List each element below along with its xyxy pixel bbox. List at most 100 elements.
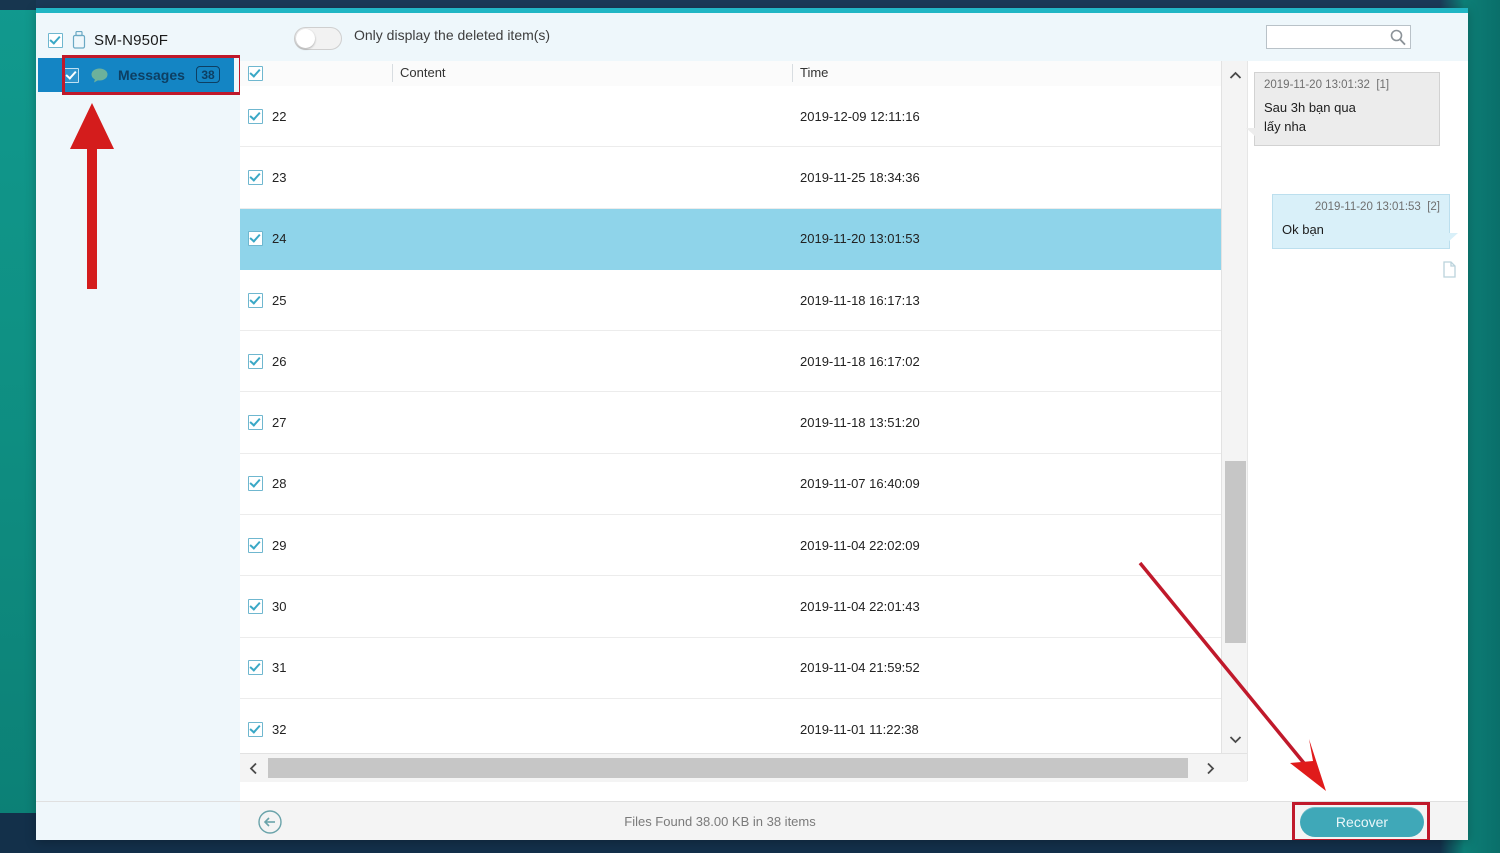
- row-index: 32: [272, 722, 286, 737]
- message-line: lấy nha: [1264, 117, 1430, 136]
- table-row[interactable]: 272019-11-18 13:51:20: [240, 392, 1221, 453]
- row-index: 24: [272, 231, 286, 246]
- row-index: 25: [272, 293, 286, 308]
- column-header-time[interactable]: Time: [800, 65, 828, 80]
- row-time: 2019-11-04 22:01:43: [800, 599, 920, 614]
- row-column-divider: [392, 515, 393, 575]
- recover-button[interactable]: Recover: [1300, 807, 1424, 837]
- chat-bubble-icon: [91, 68, 108, 83]
- row-checkbox[interactable]: [248, 170, 263, 185]
- device-name-label: SM-N950F: [94, 32, 168, 49]
- message-line: Ok bạn: [1282, 220, 1440, 239]
- column-divider: [392, 64, 393, 82]
- row-time: 2019-11-18 16:17:13: [800, 293, 920, 308]
- row-index: 31: [272, 660, 286, 675]
- row-time: 2019-11-01 11:22:38: [800, 722, 919, 737]
- deleted-items-toggle-label: Only display the deleted item(s): [354, 27, 550, 43]
- table-body: 22 2019-12-09 12:11:16 23 2019-11-25 18:34:…: [240, 86, 1221, 753]
- message-timestamp-text: 2019-11-20 13:01:53: [1315, 201, 1421, 213]
- message-timestamp: 2019-11-20 13:01:32 [1]: [1264, 79, 1430, 91]
- row-checkbox[interactable]: [248, 538, 263, 553]
- row-index: 23: [272, 170, 286, 185]
- row-index: 28: [272, 476, 286, 491]
- row-time: 2019-11-07 16:40:09: [800, 476, 920, 491]
- table-row[interactable]: 25 2019-11-18 16:17:13: [240, 270, 1221, 331]
- search-input[interactable]: [1271, 28, 1385, 48]
- row-time: 2019-11-18 16:17:02: [800, 354, 920, 369]
- table-row[interactable]: 23 2019-11-25 18:34:36: [240, 147, 1221, 208]
- row-column-divider: [392, 699, 393, 753]
- message-seq: [2]: [1427, 201, 1440, 213]
- row-checkbox[interactable]: [248, 660, 263, 675]
- message-bubble-incoming: 2019-11-20 13:01:32 [1] Sau 3h bạn qua l…: [1254, 72, 1440, 146]
- sidebar: SM-N950F Messages 38: [36, 13, 241, 801]
- row-column-divider: [392, 209, 393, 269]
- toggle-knob: [296, 29, 315, 48]
- sidebar-item-label-messages: Messages: [118, 67, 185, 83]
- column-divider: [792, 64, 793, 82]
- row-column-divider: [392, 454, 393, 514]
- status-bar: Files Found 38.00 KB in 38 items Recover: [240, 801, 1468, 840]
- row-checkbox[interactable]: [248, 231, 263, 246]
- scroll-left-button[interactable]: [240, 754, 266, 782]
- desktop-left-band: [0, 0, 36, 853]
- select-all-checkbox[interactable]: [248, 66, 263, 81]
- row-column-divider: [392, 86, 393, 146]
- messages-checkbox[interactable]: [64, 68, 79, 83]
- table-row[interactable]: 28 2019-11-07 16:40:09: [240, 454, 1221, 515]
- horizontal-scrollbar[interactable]: [240, 753, 1247, 782]
- message-timestamp: 2019-11-20 13:01:53 [2]: [1282, 201, 1440, 213]
- sidebar-footer: [36, 801, 241, 840]
- row-checkbox[interactable]: [248, 722, 263, 737]
- red-up-arrow-annotation: [66, 101, 118, 291]
- table-row[interactable]: 31 2019-11-04 21:59:52: [240, 638, 1221, 699]
- horizontal-scrollbar-thumb[interactable]: [268, 758, 1188, 778]
- table-row[interactable]: 26 2019-11-18 16:17:02: [240, 331, 1221, 392]
- row-time: 2019-12-09 12:11:16: [800, 109, 920, 124]
- row-index: 29: [272, 538, 286, 553]
- copy-document-icon[interactable]: [1442, 261, 1457, 278]
- row-time: 2019-11-25 18:34:36: [800, 170, 920, 185]
- deleted-items-toggle[interactable]: [294, 27, 342, 50]
- row-column-divider: [392, 392, 393, 452]
- row-time: 2019-11-04 21:59:52: [800, 660, 920, 675]
- row-time: 2019-11-20 13:01:53: [800, 231, 920, 246]
- column-header-content[interactable]: Content: [400, 65, 446, 80]
- row-checkbox[interactable]: [248, 354, 263, 369]
- row-checkbox[interactable]: [248, 293, 263, 308]
- messages-count-badge: 38: [196, 66, 220, 83]
- row-column-divider: [392, 270, 393, 330]
- scroll-up-button[interactable]: [1222, 64, 1248, 86]
- table-header-row: Content Time: [240, 61, 1221, 87]
- message-seq: [1]: [1376, 79, 1389, 91]
- row-checkbox[interactable]: [248, 599, 263, 614]
- table-row[interactable]: 32 2019-11-01 11:22:38: [240, 699, 1221, 753]
- row-index: 26: [272, 354, 286, 369]
- table-row[interactable]: 30 2019-11-04 22:01:43: [240, 576, 1221, 637]
- status-text: Files Found 38.00 KB in 38 items: [240, 814, 1200, 829]
- message-bubble-outgoing: 2019-11-20 13:01:53 [2] Ok bạn: [1272, 194, 1450, 249]
- sidebar-item-device[interactable]: SM-N950F: [36, 25, 240, 55]
- toolbar: Only display the deleted item(s): [240, 13, 1468, 62]
- table-row[interactable]: 29 2019-11-04 22:02:09: [240, 515, 1221, 576]
- search-box[interactable]: [1266, 25, 1411, 49]
- device-checkbox[interactable]: [48, 33, 63, 48]
- message-timestamp-text: 2019-11-20 13:01:32: [1264, 79, 1370, 91]
- message-line: Sau 3h bạn qua: [1264, 98, 1430, 117]
- sidebar-item-messages[interactable]: Messages 38: [38, 58, 234, 92]
- row-column-divider: [392, 147, 393, 207]
- search-icon[interactable]: [1390, 29, 1406, 46]
- red-diagonal-arrow-annotation: [1130, 555, 1350, 805]
- row-index: 22: [272, 109, 286, 124]
- row-column-divider: [392, 331, 393, 391]
- table-row[interactable]: 22 2019-12-09 12:11:16: [240, 86, 1221, 147]
- row-index: 27: [272, 415, 286, 430]
- table-row[interactable]: 24 2019-11-20 13:01:53: [240, 209, 1221, 270]
- row-time: 2019-11-04 22:02:09: [800, 538, 920, 553]
- row-index: 30: [272, 599, 286, 614]
- row-checkbox[interactable]: [248, 476, 263, 491]
- row-checkbox[interactable]: [248, 415, 263, 430]
- row-column-divider: [392, 576, 393, 636]
- usb-drive-icon: [72, 31, 86, 49]
- row-checkbox[interactable]: [248, 109, 263, 124]
